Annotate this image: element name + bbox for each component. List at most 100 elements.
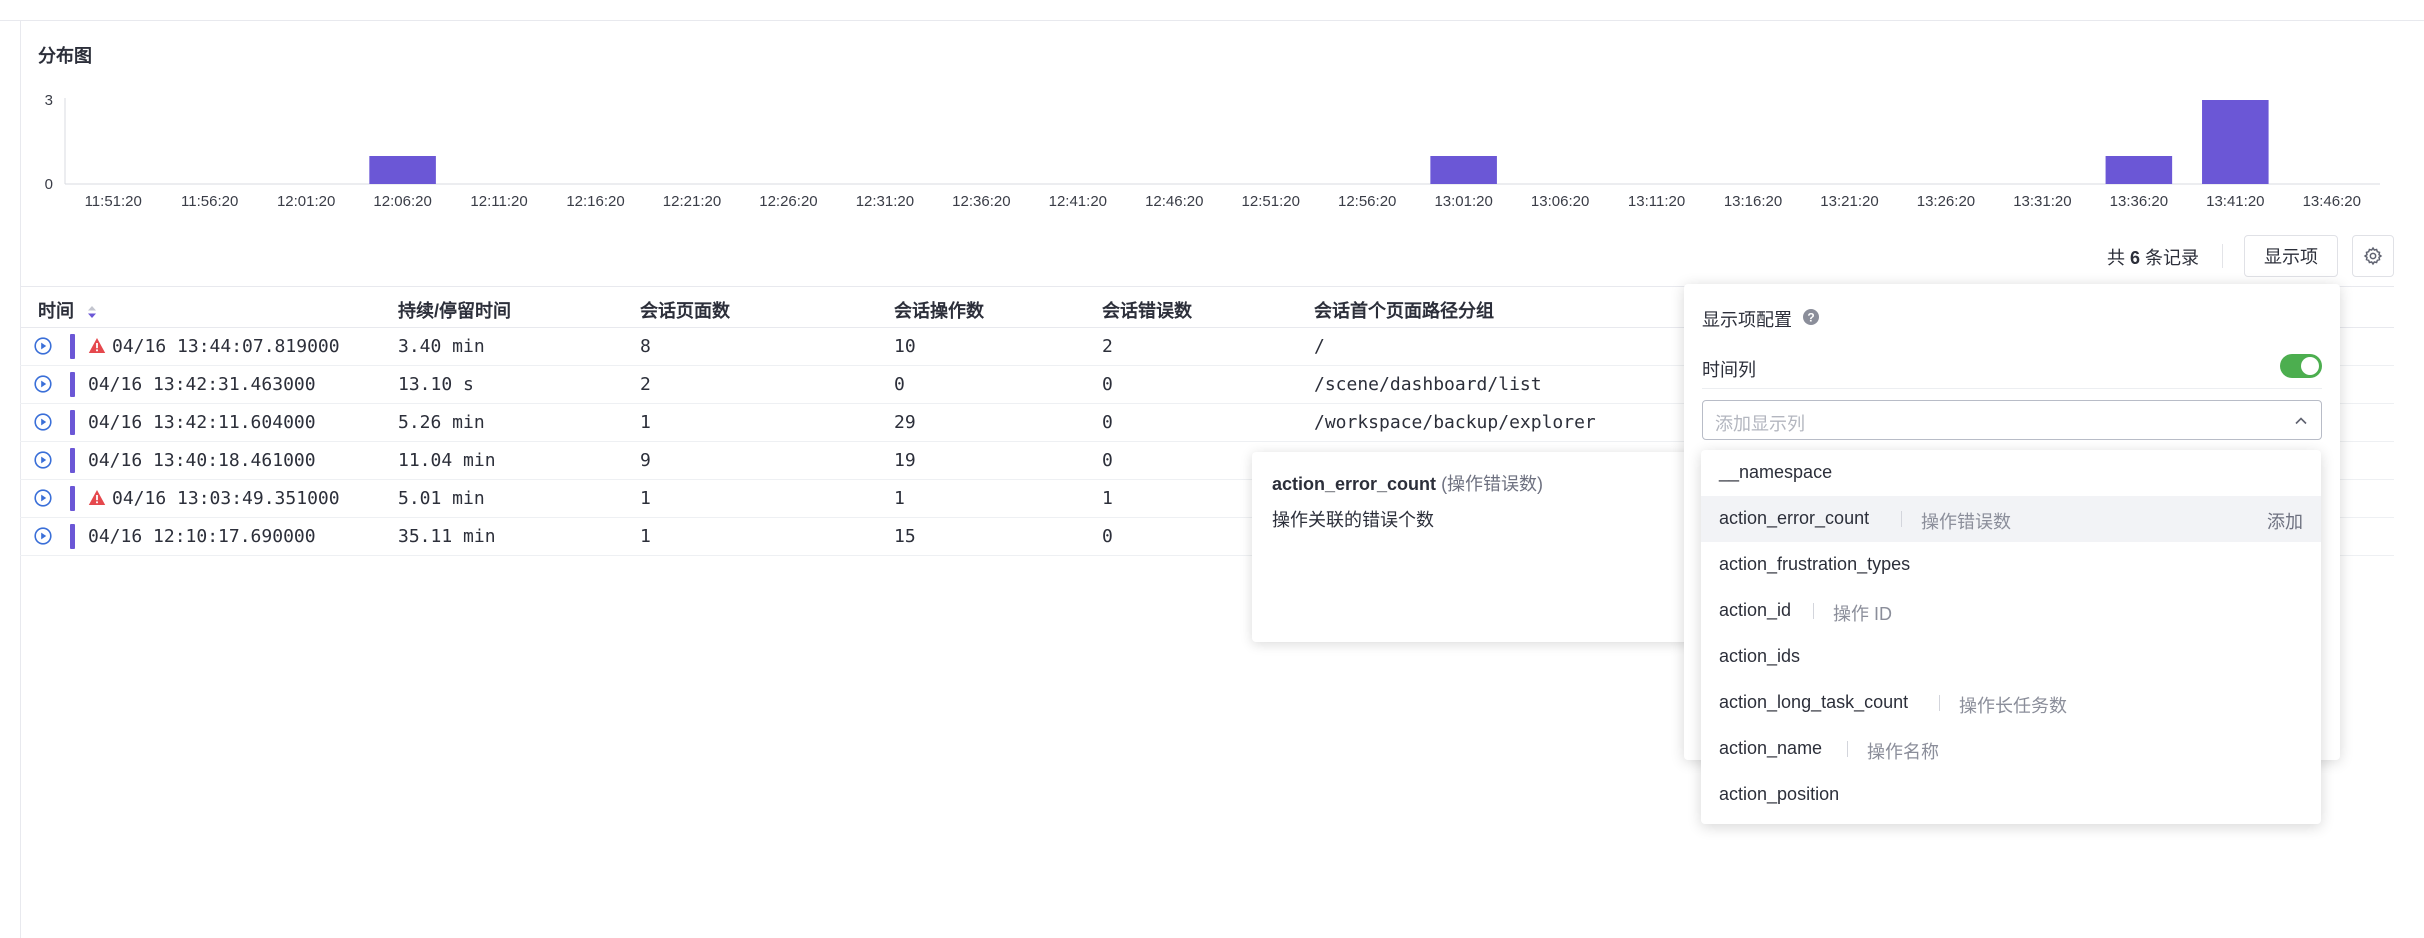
add-column-select[interactable]: 添加显示列: [1702, 400, 2322, 440]
row-color-bar: [70, 524, 75, 549]
display-columns-button[interactable]: 显示项: [2244, 235, 2338, 277]
col-actions: 会话操作数: [894, 301, 984, 321]
cell-first-path: /workspace/backup/explorer: [1314, 412, 1596, 433]
cell-duration: 11.04 min: [398, 450, 496, 471]
option-add-button[interactable]: 添加: [2267, 508, 2303, 534]
option-action-name[interactable]: action_name 操作名称: [1701, 726, 2321, 772]
gear-icon: [2363, 246, 2383, 266]
play-icon[interactable]: [34, 451, 52, 469]
chart-bar[interactable]: [1430, 156, 1497, 184]
x-tick-label: 12:26:20: [759, 193, 817, 210]
cell-pages: 1: [640, 526, 651, 547]
settings-button[interactable]: [2352, 235, 2394, 277]
option-description: 操作 ID: [1833, 604, 1893, 624]
cell-duration: 35.11 min: [398, 526, 496, 547]
play-icon[interactable]: [34, 489, 52, 507]
x-tick-label: 11:56:20: [181, 193, 238, 210]
y-tick-label: 0: [45, 176, 53, 193]
option-separator: [1847, 741, 1848, 757]
row-color-bar: [70, 334, 75, 359]
help-icon[interactable]: ?: [1802, 308, 1820, 326]
chart-bar[interactable]: [2202, 100, 2269, 184]
x-tick-label: 12:16:20: [566, 193, 624, 210]
option-name: action_ids: [1719, 646, 1801, 666]
x-tick-label: 13:26:20: [1917, 193, 1975, 210]
cell-errors: 0: [1102, 450, 1113, 471]
cell-time: 04/16 12:10:17.690000: [88, 526, 316, 547]
option-separator: [1939, 695, 1940, 711]
x-tick-label: 12:01:20: [277, 193, 335, 210]
play-icon[interactable]: [34, 337, 52, 355]
option-separator: [1813, 603, 1814, 619]
play-icon[interactable]: [34, 527, 52, 545]
toolbar-separator: [2222, 244, 2223, 268]
option-action-ids[interactable]: action_ids: [1701, 634, 2321, 680]
option-name: action_error_count: [1719, 508, 1870, 528]
x-tick-label: 11:51:20: [85, 193, 142, 210]
option-action-long-task-count[interactable]: action_long_task_count 操作长任务数: [1701, 680, 2321, 726]
cell-first-path: /: [1314, 336, 1325, 357]
config-title: 显示项配置: [1702, 310, 1792, 330]
col-time[interactable]: 时间: [38, 297, 97, 323]
cell-duration: 5.26 min: [398, 412, 485, 433]
x-tick-label: 12:06:20: [373, 193, 431, 210]
tooltip-header: action_error_count (操作错误数): [1272, 474, 1544, 494]
x-tick-label: 13:41:20: [2206, 193, 2264, 210]
play-icon[interactable]: [34, 375, 52, 393]
option-name: action_id: [1719, 600, 1792, 620]
svg-text:?: ?: [1807, 311, 1814, 325]
x-tick-label: 13:01:20: [1434, 193, 1492, 210]
x-tick-label: 13:16:20: [1724, 193, 1782, 210]
column-options-dropdown: __namespace action_error_count 操作错误数 添加 acti…: [1701, 450, 2321, 824]
cell-pages: 1: [640, 412, 651, 433]
cell-time: 04/16 13:44:07.819000: [112, 336, 340, 357]
option-name: action_long_task_count: [1719, 692, 1909, 712]
x-tick-label: 13:36:20: [2110, 193, 2168, 210]
option-name: action_frustration_types: [1719, 554, 1911, 574]
cell-actions: 0: [894, 374, 905, 395]
row-color-bar: [70, 410, 75, 435]
play-icon[interactable]: [34, 413, 52, 431]
x-tick-label: 13:11:20: [1628, 193, 1685, 210]
option-action-frustration-types[interactable]: action_frustration_types: [1701, 542, 2321, 588]
x-tick-label: 13:46:20: [2303, 193, 2361, 210]
cell-actions: 19: [894, 450, 916, 471]
x-tick-label: 13:21:20: [1820, 193, 1878, 210]
x-tick-label: 13:06:20: [1531, 193, 1589, 210]
x-tick-label: 12:36:20: [952, 193, 1010, 210]
cell-duration: 3.40 min: [398, 336, 485, 357]
cell-actions: 1: [894, 488, 905, 509]
x-tick-label: 12:56:20: [1338, 193, 1396, 210]
cell-pages: 2: [640, 374, 651, 395]
cell-pages: 9: [640, 450, 651, 471]
cell-time: 04/16 13:03:49.351000: [112, 488, 340, 509]
cell-time: 04/16 13:40:18.461000: [88, 450, 316, 471]
option-action-error-count[interactable]: action_error_count 操作错误数 添加: [1701, 496, 2321, 542]
cell-first-path: /scene/dashboard/list: [1314, 374, 1542, 395]
option-separator: [1901, 511, 1902, 527]
x-tick-label: 12:11:20: [470, 193, 527, 210]
sort-icon[interactable]: [87, 305, 97, 319]
col-first-path: 会话首个页面路径分组: [1314, 301, 1494, 321]
chart-bar[interactable]: [2105, 156, 2173, 184]
col-duration: 持续/停留时间: [398, 301, 512, 321]
option-action-position[interactable]: action_position: [1701, 772, 2321, 818]
chart-bar[interactable]: [369, 156, 436, 184]
option-name: action_position: [1719, 784, 1840, 804]
cell-pages: 8: [640, 336, 651, 357]
select-placeholder: 添加显示列: [1715, 414, 1805, 434]
time-column-toggle[interactable]: [2280, 354, 2322, 378]
row-color-bar: [70, 448, 75, 473]
cell-actions: 29: [894, 412, 916, 433]
cell-duration: 13.10 s: [398, 374, 474, 395]
cell-duration: 5.01 min: [398, 488, 485, 509]
x-tick-label: 12:21:20: [663, 193, 721, 210]
chart-title: 分布图: [38, 46, 92, 66]
config-divider: [1702, 388, 2322, 389]
cell-actions: 15: [894, 526, 916, 547]
option-action-id[interactable]: action_id 操作 ID: [1701, 588, 2321, 634]
option-namespace[interactable]: __namespace: [1701, 450, 2321, 496]
warning-icon: [88, 490, 106, 505]
cell-time: 04/16 13:42:31.463000: [88, 374, 316, 395]
record-count: 共 6 条记录: [2107, 248, 2200, 268]
